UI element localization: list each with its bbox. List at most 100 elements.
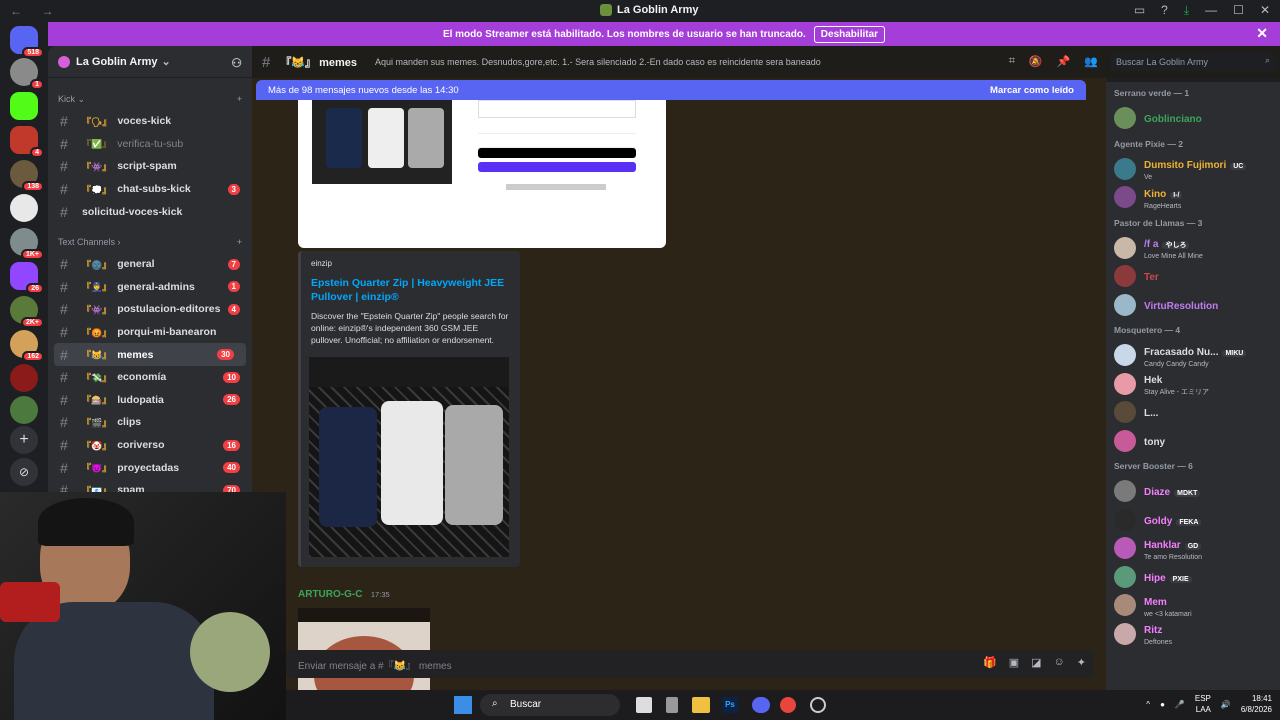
role-group-header: Server Booster — 6 (1114, 461, 1193, 471)
channel-coriverso[interactable]: # 『🤡』 coriverso 16 (48, 434, 252, 457)
member-item[interactable]: tony (1106, 427, 1280, 456)
apps-icon[interactable]: ✦ (1077, 656, 1086, 669)
add-channel-icon[interactable]: + (237, 237, 242, 247)
unread-badge: 10 (223, 371, 240, 383)
minimize-button[interactable]: — (1205, 3, 1217, 18)
file-explorer-icon[interactable] (692, 697, 710, 713)
pin-icon[interactable]: 📌 (1057, 55, 1071, 68)
mark-as-read-button[interactable]: Marcar como leído (990, 85, 1074, 96)
taskbar-search[interactable]: ⌕ Buscar (480, 694, 620, 716)
server-icon[interactable]: 4 (10, 126, 44, 158)
inbox-icon[interactable]: ▭ (1134, 3, 1145, 18)
attachment-image[interactable] (298, 100, 666, 248)
channel-label: chat-subs-kick (117, 183, 191, 196)
search-input[interactable]: Buscar La Goblin Army ⌕ (1110, 53, 1276, 71)
member-item[interactable]: Hipe PXIE (1106, 563, 1280, 592)
sticker-icon[interactable]: ◪ (1031, 656, 1041, 669)
home-button[interactable]: 518 (10, 26, 44, 58)
channel-ludopatia[interactable]: # 『🎰』 ludopatia 26 (48, 389, 252, 412)
start-icon[interactable] (454, 696, 472, 714)
category-kick[interactable]: Kick ⌄ + (48, 88, 252, 110)
badge: 2K+ (20, 317, 44, 328)
member-item[interactable]: Kino I-/ RageHearts (1106, 183, 1280, 212)
close-icon[interactable]: ✕ (1256, 25, 1268, 42)
maximize-button[interactable]: ☐ (1233, 3, 1244, 18)
channel-memes[interactable]: # 『😹』 memes 30 (54, 343, 246, 366)
back-forward-icons[interactable]: ← → (10, 4, 61, 18)
gif-icon[interactable]: ▣ (1009, 656, 1019, 669)
server-header[interactable]: La Goblin Army ⌄ ⚇ (48, 46, 252, 78)
server-icon[interactable]: 138 (10, 160, 44, 192)
member-item[interactable]: Diaze MDKT (1106, 477, 1280, 506)
server-icon[interactable] (10, 194, 38, 222)
add-member-icon[interactable]: ⚇ (231, 56, 242, 70)
discover-icon[interactable]: ⊘ (10, 458, 38, 486)
channel-proyectadas[interactable]: # 『😈』 proyectadas 40 (48, 456, 252, 479)
member-item[interactable]: Ritz Deftones (1106, 620, 1280, 649)
message-author[interactable]: ARTURO-G-C (298, 589, 362, 600)
channel-general-admins[interactable]: # 『👮』 general-admins 1 (48, 276, 252, 299)
channel-clips[interactable]: # 『🎬』 clips (48, 411, 252, 434)
channel-verifica-tu-sub[interactable]: # 『✅』 verifica-tu-sub (48, 133, 252, 156)
clock[interactable]: 18:41 6/8/2026 (1241, 693, 1272, 715)
chrome-icon[interactable] (780, 697, 796, 713)
chevron-up-icon[interactable]: ^ (1146, 700, 1150, 709)
new-messages-bar[interactable]: Más de 98 mensajes nuevos desde las 14:3… (256, 80, 1086, 100)
help-icon[interactable]: ? (1161, 3, 1168, 18)
member-name: Kino (1144, 188, 1167, 200)
member-item[interactable]: Ter (1106, 262, 1280, 291)
category-text-channels[interactable]: Text Channels › + (48, 231, 252, 253)
member-item[interactable]: Fracasado Nu... MIKU Candy Candy Candy (1106, 341, 1280, 370)
server-icon[interactable] (10, 92, 38, 120)
photoshop-icon[interactable]: Ps (722, 697, 738, 713)
channel-script-spam[interactable]: # 『👾』 script-spam (48, 155, 252, 178)
message-composer[interactable]: Enviar mensaje a #『😹』 memes 🎁 ▣ ◪ ☺ ✦ (286, 650, 1094, 678)
app-icon[interactable] (810, 697, 826, 713)
member-item[interactable]: Goldy FEKA (1106, 506, 1280, 535)
member-item[interactable]: /f a やしろ Love Mine All Mine (1106, 234, 1280, 263)
member-item[interactable]: L... (1106, 398, 1280, 427)
threads-icon[interactable]: ⌗ (1009, 55, 1015, 68)
server-icon[interactable]: 1 (10, 58, 44, 90)
server-icon[interactable] (10, 364, 38, 392)
close-button[interactable]: ✕ (1260, 3, 1270, 18)
mute-icon[interactable]: 🔕 (1029, 55, 1043, 68)
channel-postulacion-editores[interactable]: # 『👾』 postulacion-editores 4 (48, 298, 252, 321)
avatar (1114, 537, 1136, 560)
disable-streamer-button[interactable]: Deshabilitar (813, 25, 886, 43)
tray-icon[interactable]: ● (1160, 700, 1165, 709)
add-server-icon[interactable]: + (10, 426, 38, 454)
embed-title[interactable]: Epstein Quarter Zip | Heavyweight JEE Pu… (311, 276, 510, 304)
server-icon[interactable]: 1K+ (10, 228, 44, 260)
member-item[interactable]: Hanklar GD Te amo Resolution (1106, 534, 1280, 563)
discord-icon[interactable] (752, 697, 770, 713)
member-item[interactable]: Dumsito Fujimori UC Ve (1106, 155, 1280, 184)
server-icon[interactable]: 162 (10, 330, 44, 362)
channel-chat-subs-kick[interactable]: # 『💭』 chat-subs-kick 3 (48, 178, 252, 201)
member-status: Ve (1144, 174, 1153, 182)
channel-economía[interactable]: # 『💸』 economía 10 (48, 366, 252, 389)
channel-solicitud-voces-kick[interactable]: # solicitud-voces-kick (48, 200, 252, 223)
member-item[interactable]: Goblinciano (1106, 104, 1280, 133)
channel-porqui-mi-banearon[interactable]: # 『😡』 porqui-mi-banearon (48, 321, 252, 344)
member-item[interactable]: Hek Stay Alive - エミリア (1106, 370, 1280, 399)
server-icon[interactable] (10, 396, 38, 424)
mic-icon[interactable]: 🎤 (1175, 700, 1185, 709)
channel-general[interactable]: # 『🌚』 general 7 (48, 253, 252, 276)
language-indicator[interactable]: ESP LAA (1195, 693, 1211, 715)
add-channel-icon[interactable]: + (237, 94, 242, 104)
download-icon[interactable]: ⤓ (1184, 3, 1189, 18)
emoji-icon[interactable]: ☺ (1054, 656, 1065, 669)
members-icon[interactable]: 👥 (1084, 55, 1098, 68)
server-icon[interactable]: 2K+ (10, 296, 44, 328)
server-icon[interactable]: 26 (10, 262, 44, 294)
embed-image[interactable] (309, 357, 509, 557)
channel-voces-kick[interactable]: # 『🗣』 voces-kick (48, 110, 252, 133)
app-icon[interactable] (666, 697, 678, 713)
task-view-icon[interactable] (636, 697, 652, 713)
volume-icon[interactable]: 🔊 (1221, 700, 1231, 709)
member-item[interactable]: VirtuResolution (1106, 291, 1280, 320)
member-item[interactable]: Mem we <3 katamari (1106, 591, 1280, 620)
gift-icon[interactable]: 🎁 (983, 656, 997, 669)
channel-topic[interactable]: Aqui manden sus memes. Desnudos,gore,etc… (375, 57, 821, 67)
